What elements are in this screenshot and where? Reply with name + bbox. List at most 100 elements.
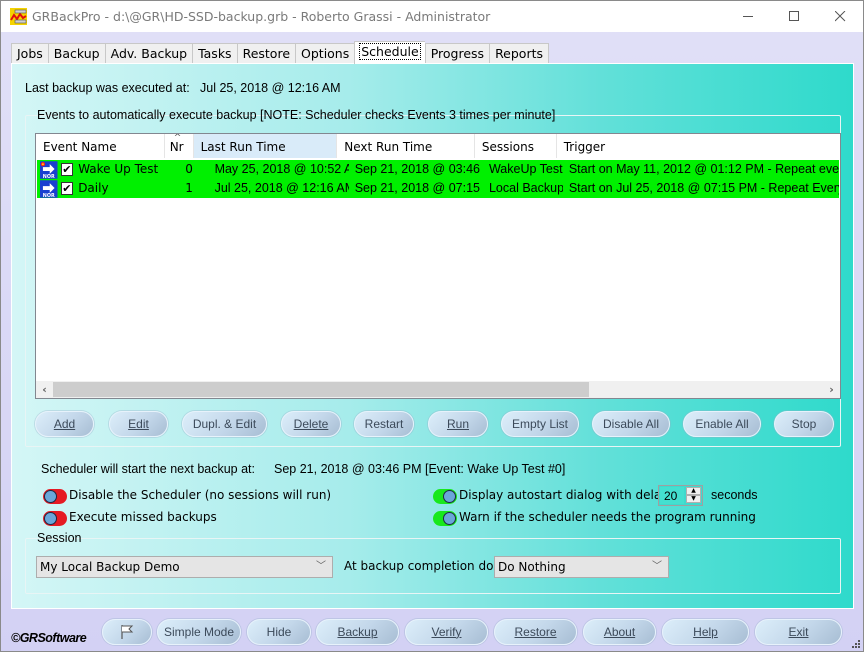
main-tabs: Jobs Backup Adv. Backup Tasks Restore Op… [11,41,550,64]
warn-program-running-label[interactable]: Warn if the scheduler needs the program … [459,510,756,524]
resize-grip-icon[interactable] [851,639,861,649]
session-select[interactable]: My Local Backup Demo ﹀ [36,556,333,578]
column-last-run-time[interactable]: Last Run Time [193,134,338,158]
event-trigger: Start on Jul 25, 2018 @ 07:15 PM - Repea… [568,181,839,195]
add-button[interactable]: Add [35,411,94,437]
enable-all-button[interactable]: Enable All [683,411,761,437]
tab-adv-backup[interactable]: Adv. Backup [104,43,193,64]
toggle-knob [443,490,456,503]
events-list-header: Event Name ^ Nr Last Run Time Next Run T… [36,134,840,158]
event-last-run: May 25, 2018 @ 10:52 AM [214,162,349,176]
edit-button[interactable]: Edit [109,411,168,437]
disable-all-button[interactable]: Disable All [592,411,670,437]
simple-mode-button[interactable]: Simple Mode [157,619,241,645]
toggle-knob [44,512,57,525]
tab-jobs[interactable]: Jobs [11,43,48,64]
tab-schedule[interactable]: Schedule [354,41,425,64]
spinner-buttons: ▲ ▼ [686,487,701,504]
maximize-button[interactable] [771,1,817,32]
flag-button[interactable] [102,619,152,645]
events-group-title: Events to automatically execute backup [… [37,108,556,122]
event-trigger: Start on May 11, 2012 @ 01:12 PM - Repea… [568,162,839,176]
window-title: GRBackPro - d:\@GR\HD-SSD-backup.grb - R… [32,9,491,24]
about-button[interactable]: About [583,619,656,645]
sort-ascending-icon: ^ [173,133,182,143]
column-next-run-time[interactable]: Next Run Time [337,134,475,158]
autostart-delay-spinner[interactable]: ▲ ▼ [658,485,703,506]
title-bar: GRBackPro - d:\@GR\HD-SSD-backup.grb - R… [1,1,863,32]
scroll-left-icon[interactable]: ‹ [36,381,53,398]
event-next-run: Sep 21, 2018 @ 03:46 PM [354,162,483,176]
spin-up-icon[interactable]: ▲ [686,487,701,495]
toggle-knob [443,512,456,525]
spin-down-icon[interactable]: ▼ [686,495,701,503]
scrollbar-thumb[interactable] [53,382,589,397]
app-logo-icon [10,8,27,25]
scheduled-event-icon: NOR [40,179,58,198]
wakeup-event-icon: NOR [40,160,58,179]
tab-backup[interactable]: Backup [47,43,105,64]
tab-options[interactable]: Options [295,43,355,64]
chevron-down-icon: ﹀ [316,561,326,572]
column-event-name[interactable]: Event Name [36,134,165,158]
close-button[interactable] [817,1,863,32]
event-row[interactable]: NOR ✔ Wake Up Test 0 May 25, 2018 @ 10:5… [37,160,839,179]
event-name: Daily [78,181,109,195]
backup-button[interactable]: Backup [316,619,399,645]
events-list[interactable]: Event Name ^ Nr Last Run Time Next Run T… [35,133,841,399]
empty-list-button[interactable]: Empty List [501,411,579,437]
autostart-unit-label: seconds [711,488,758,502]
completion-select[interactable]: Do Nothing ﹀ [494,556,669,578]
event-nr: 1 [185,181,193,195]
horizontal-scrollbar[interactable]: ‹ › [36,381,840,398]
event-enabled-checkbox[interactable]: ✔ [60,163,74,176]
tab-progress[interactable]: Progress [424,43,490,64]
tab-restore[interactable]: Restore [236,43,296,64]
last-backup-label: Last backup was executed at: [25,81,190,95]
column-nr[interactable]: ^ Nr [165,134,194,158]
event-next-run: Sep 21, 2018 @ 07:15 PM [354,181,483,195]
event-row[interactable]: NOR ✔ Daily 1 Jul 25, 2018 @ 12:16 AM Se… [37,179,839,198]
completion-select-value: Do Nothing [498,560,566,574]
chevron-down-icon: ﹀ [652,561,662,572]
delete-button[interactable]: Delete [281,411,341,437]
column-trigger[interactable]: Trigger [557,134,840,158]
app-window: GRBackPro - d:\@GR\HD-SSD-backup.grb - R… [0,0,864,652]
restart-button[interactable]: Restart [354,411,414,437]
flag-icon [121,625,134,639]
autostart-delay-input[interactable] [660,487,684,504]
verify-button[interactable]: Verify [405,619,488,645]
tab-reports[interactable]: Reports [489,43,550,64]
minimize-button[interactable] [725,1,771,32]
svg-text:NOR: NOR [43,192,55,197]
disable-scheduler-toggle[interactable] [43,489,67,504]
tab-tasks[interactable]: Tasks [192,43,237,64]
dupl-edit-button[interactable]: Dupl. & Edit [182,411,267,437]
minimize-icon [742,16,753,17]
display-autostart-toggle[interactable] [433,489,457,504]
brand-label: ©GRSoftware [11,631,87,645]
last-backup-value: Jul 25, 2018 @ 12:16 AM [200,81,341,95]
restore-button[interactable]: Restore [494,619,577,645]
execute-missed-label[interactable]: Execute missed backups [69,510,217,524]
hide-button[interactable]: Hide [247,619,311,645]
exit-button[interactable]: Exit [755,619,842,645]
display-autostart-label[interactable]: Display autostart dialog with delay : [459,488,676,502]
execute-missed-toggle[interactable] [43,511,67,526]
scroll-right-icon[interactable]: › [823,381,840,398]
session-select-value: My Local Backup Demo [40,560,180,574]
column-sessions[interactable]: Sessions [475,134,557,158]
warn-program-running-toggle[interactable] [433,511,457,526]
run-button[interactable]: Run [428,411,488,437]
help-button[interactable]: Help [662,619,749,645]
next-backup-label: Scheduler will start the next backup at: [41,462,256,476]
event-session: WakeUp Test [488,162,563,176]
close-icon [834,11,845,22]
event-name: Wake Up Test [78,162,159,176]
svg-text:NOR: NOR [43,173,55,178]
event-last-run: Jul 25, 2018 @ 12:16 AM [214,181,349,195]
disable-scheduler-label[interactable]: Disable the Scheduler (no sessions will … [69,488,331,502]
event-nr: 0 [185,162,193,176]
event-enabled-checkbox[interactable]: ✔ [60,182,74,195]
stop-button[interactable]: Stop [774,411,834,437]
